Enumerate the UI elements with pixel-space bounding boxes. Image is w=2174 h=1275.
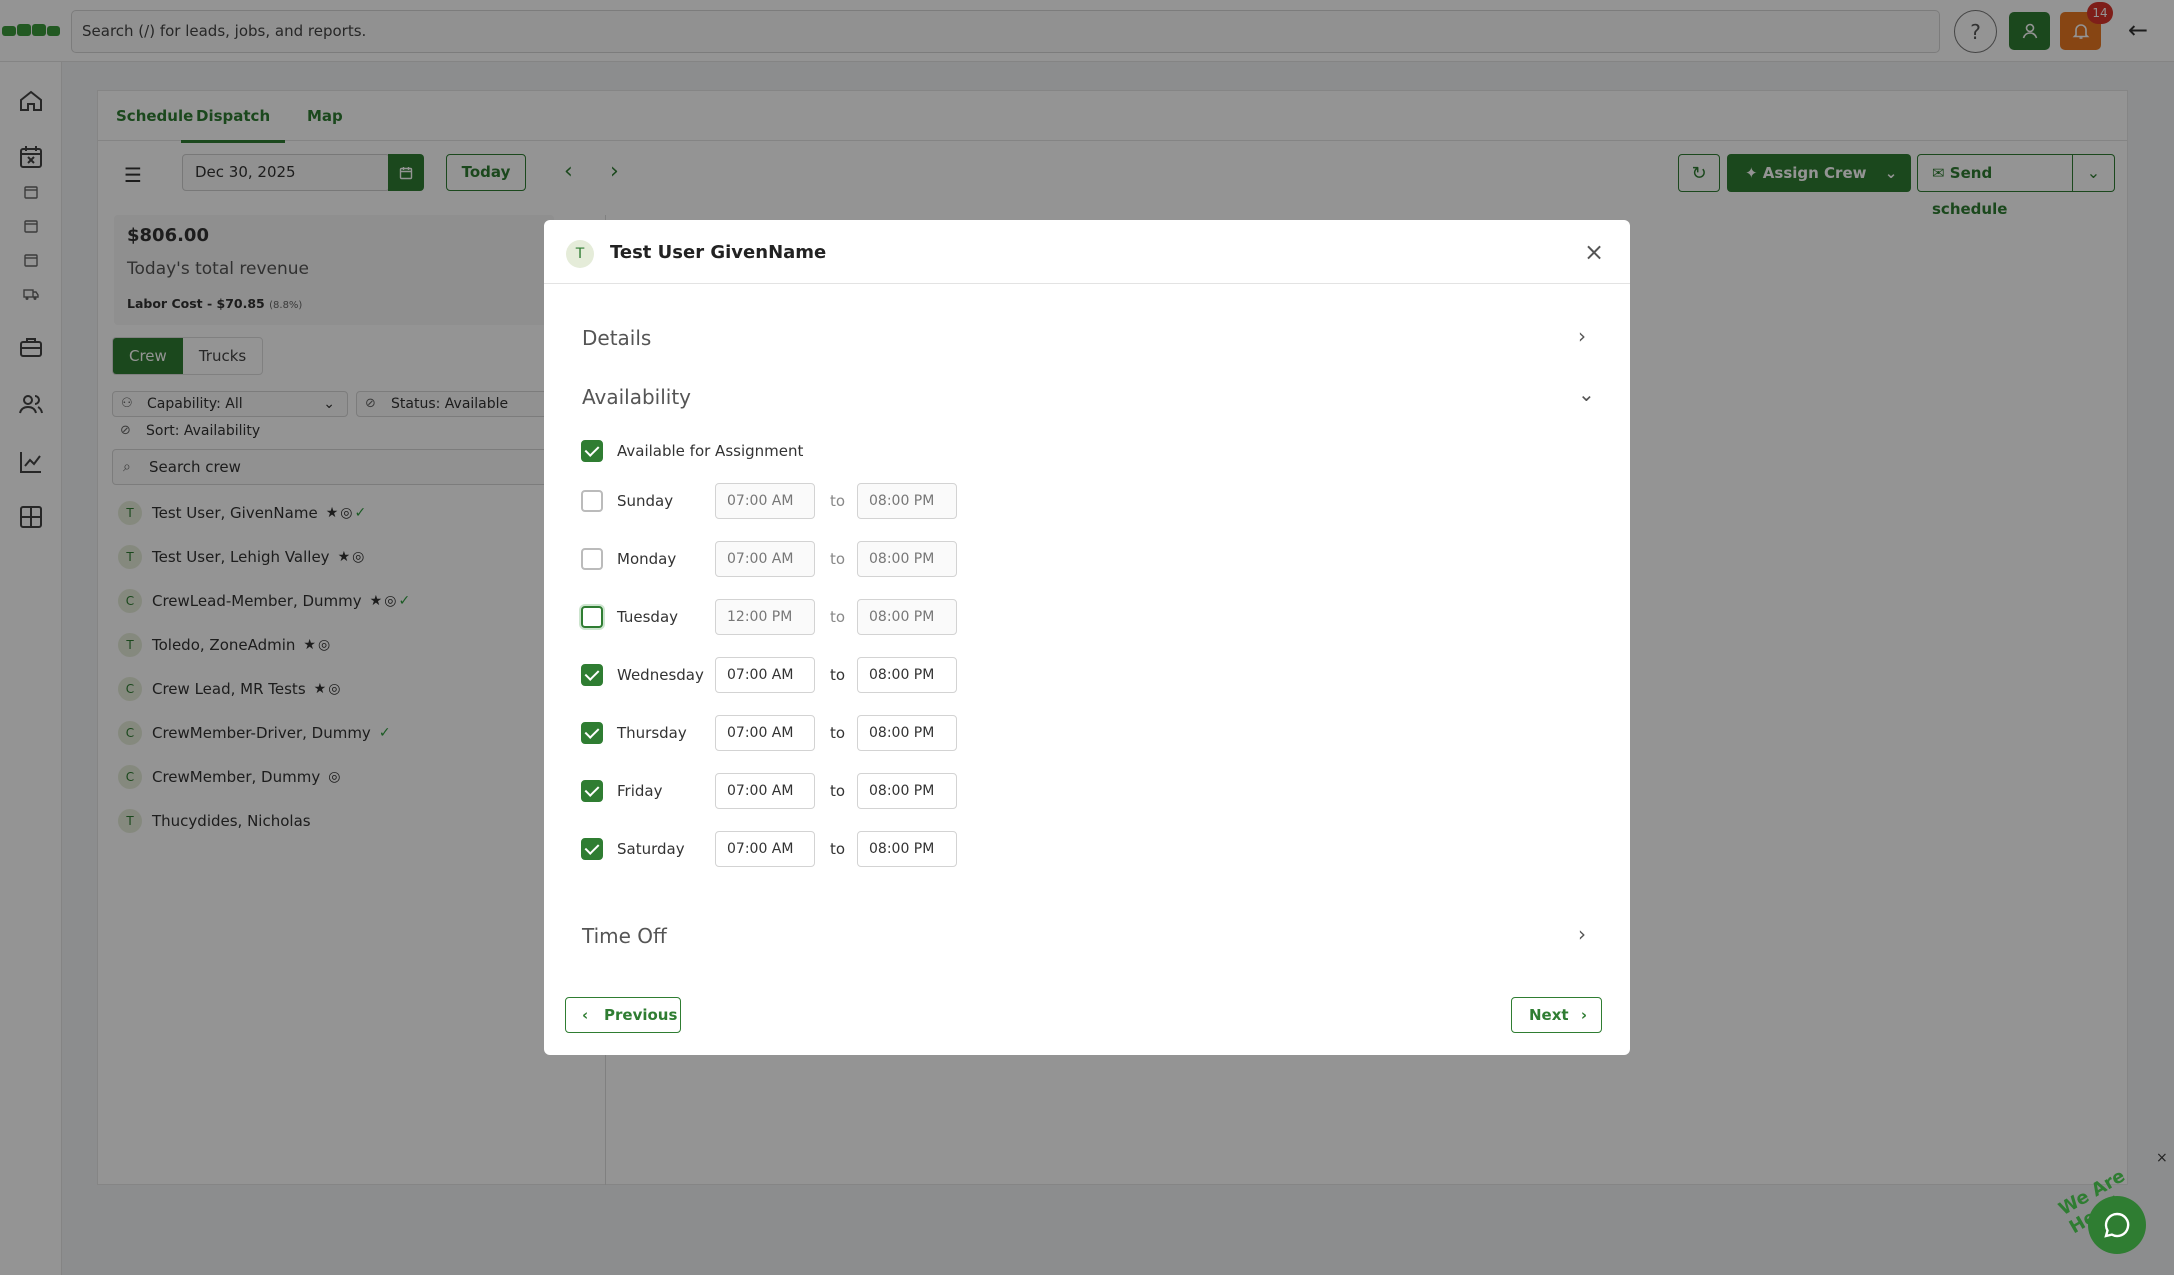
wednesday-checkbox[interactable]: [581, 664, 603, 686]
wednesday-start-time[interactable]: 07:00 AM: [715, 657, 815, 693]
availability-section-toggle[interactable]: Availability: [582, 385, 691, 409]
day-label-saturday: Saturday: [617, 840, 685, 858]
tuesday-start-time[interactable]: 12:00 PM: [715, 599, 815, 635]
thursday-checkbox[interactable]: [581, 722, 603, 744]
day-label-tuesday: Tuesday: [617, 608, 679, 626]
details-section-toggle[interactable]: Details: [582, 326, 651, 350]
sunday-end-time[interactable]: 08:00 PM: [857, 483, 957, 519]
tuesday-end-time[interactable]: 08:00 PM: [857, 599, 957, 635]
to-label: to: [830, 608, 846, 626]
next-label: Next: [1529, 1006, 1569, 1024]
day-label-friday: Friday: [617, 782, 663, 800]
sunday-start-time[interactable]: 07:00 AM: [715, 483, 815, 519]
sunday-checkbox[interactable]: [581, 490, 603, 512]
wednesday-end-time[interactable]: 08:00 PM: [857, 657, 957, 693]
to-label: to: [830, 550, 846, 568]
chevron-right-icon: ›: [1580, 1006, 1587, 1024]
to-label: to: [830, 724, 846, 742]
thursday-end-time[interactable]: 08:00 PM: [857, 715, 957, 751]
previous-button[interactable]: ‹ Previous: [565, 997, 681, 1033]
chevron-down-icon[interactable]: ⌄: [1578, 382, 1595, 406]
to-label: to: [830, 666, 846, 684]
day-label-wednesday: Wednesday: [617, 666, 704, 684]
next-button[interactable]: Next ›: [1511, 997, 1602, 1033]
day-label-thursday: Thursday: [617, 724, 687, 742]
modal-header: T Test User GivenName ×: [544, 220, 1630, 284]
chat-bubble-icon: [2104, 1212, 2130, 1238]
to-label: to: [830, 492, 846, 510]
saturday-start-time[interactable]: 07:00 AM: [715, 831, 815, 867]
chat-close-icon[interactable]: ×: [2156, 1150, 2168, 1166]
friday-checkbox[interactable]: [581, 780, 603, 802]
chevron-right-icon[interactable]: ›: [1578, 922, 1586, 946]
close-icon[interactable]: ×: [1584, 238, 1604, 266]
chevron-right-icon[interactable]: ›: [1578, 324, 1586, 348]
crew-member-modal: T Test User GivenName × Details › Availa…: [544, 220, 1630, 1055]
previous-label: Previous: [604, 1006, 678, 1024]
tuesday-checkbox[interactable]: [581, 606, 603, 628]
saturday-checkbox[interactable]: [581, 838, 603, 860]
to-label: to: [830, 782, 846, 800]
avatar: T: [566, 240, 594, 268]
modal-title: Test User GivenName: [610, 242, 827, 263]
chat-widget-button[interactable]: [2088, 1196, 2146, 1254]
monday-end-time[interactable]: 08:00 PM: [857, 541, 957, 577]
friday-start-time[interactable]: 07:00 AM: [715, 773, 815, 809]
time-off-section-toggle[interactable]: Time Off: [582, 924, 667, 948]
friday-end-time[interactable]: 08:00 PM: [857, 773, 957, 809]
monday-checkbox[interactable]: [581, 548, 603, 570]
day-label-sunday: Sunday: [617, 492, 674, 510]
available-for-assignment-checkbox[interactable]: [581, 440, 603, 462]
available-for-assignment-label: Available for Assignment: [617, 442, 804, 460]
monday-start-time[interactable]: 07:00 AM: [715, 541, 815, 577]
thursday-start-time[interactable]: 07:00 AM: [715, 715, 815, 751]
chevron-left-icon: ‹: [582, 1006, 589, 1024]
saturday-end-time[interactable]: 08:00 PM: [857, 831, 957, 867]
day-label-monday: Monday: [617, 550, 677, 568]
to-label: to: [830, 840, 846, 858]
